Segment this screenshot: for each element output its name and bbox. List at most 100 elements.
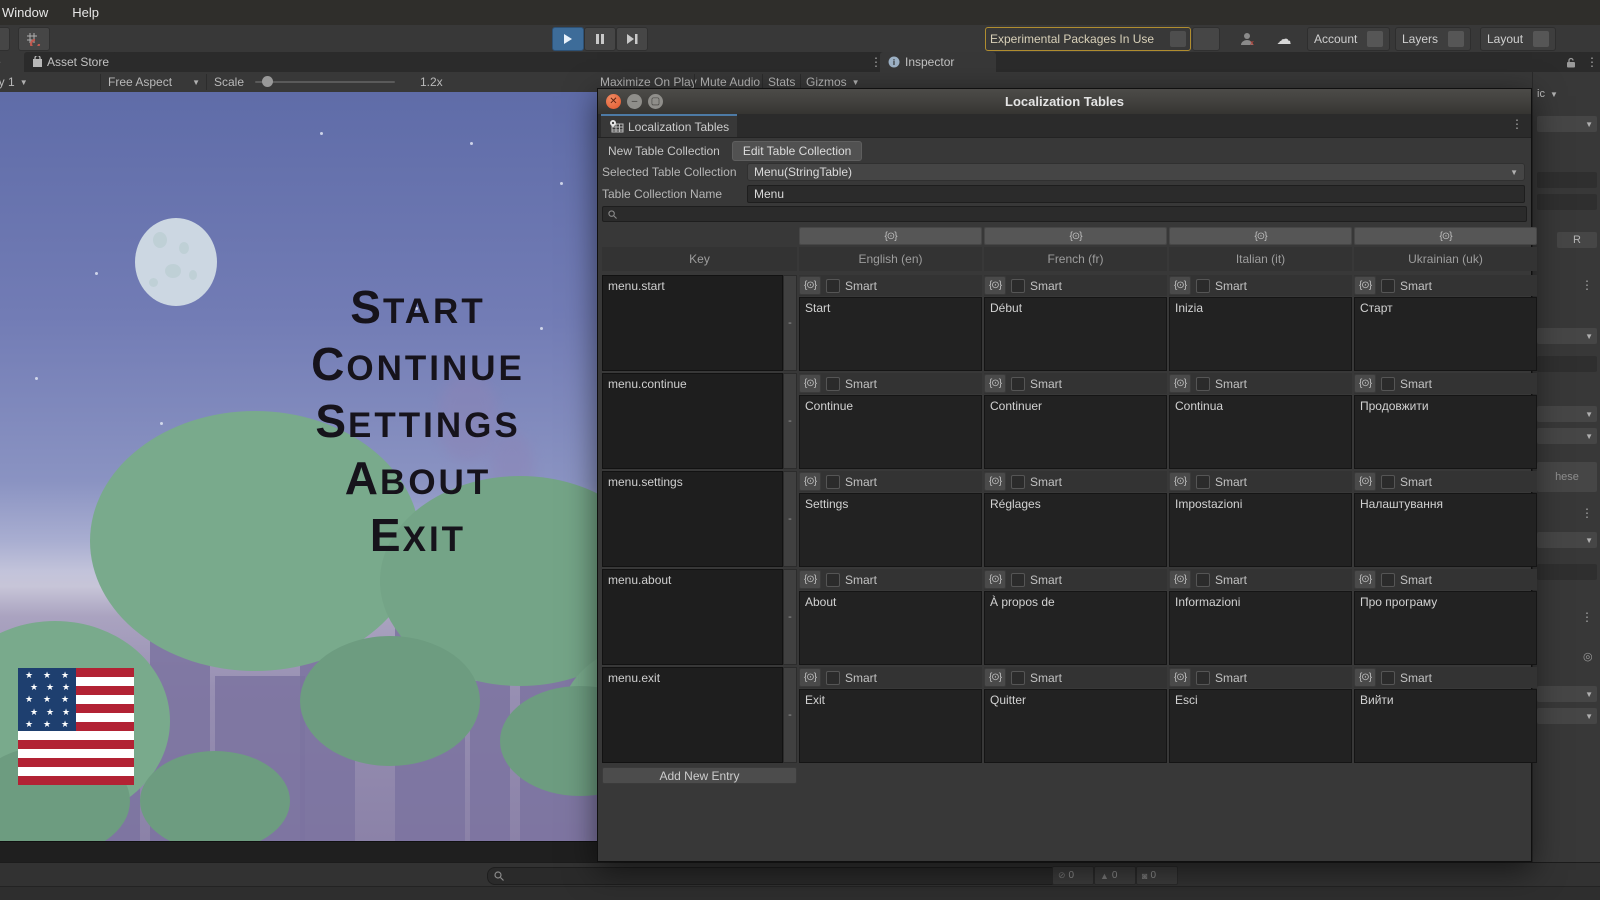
preset-icon[interactable]: ◎ <box>1583 650 1593 663</box>
account-dropdown[interactable]: Account <box>1307 27 1390 51</box>
smart-checkbox[interactable] <box>1381 573 1395 587</box>
smart-checkbox[interactable] <box>1011 279 1025 293</box>
sliver-dropdown[interactable]: ▼ <box>1537 708 1597 724</box>
translation-textarea[interactable]: About <box>799 591 982 665</box>
metadata-button[interactable]: {⊙} <box>1354 472 1376 491</box>
translation-textarea[interactable]: Quitter <box>984 689 1167 763</box>
tab-inspector[interactable]: i Inspector <box>880 52 996 72</box>
smart-checkbox[interactable] <box>1196 475 1210 489</box>
preview-packages-button[interactable] <box>1192 27 1220 51</box>
collab-button[interactable]: x <box>1232 27 1264 51</box>
component-kebab-icon[interactable]: ⋮ <box>1581 508 1593 518</box>
translation-textarea[interactable]: Début <box>984 297 1167 371</box>
metadata-button[interactable]: {⊙} <box>1169 276 1191 295</box>
smart-checkbox[interactable] <box>1381 377 1395 391</box>
metadata-button[interactable]: {⊙} <box>1354 374 1376 393</box>
inspector-kebab-icon[interactable]: ⋮ <box>1578 52 1600 72</box>
game-menu-item-continue[interactable]: CONTINUE <box>311 341 525 392</box>
translation-textarea[interactable]: Continuer <box>984 395 1167 469</box>
smart-checkbox[interactable] <box>1011 671 1025 685</box>
game-menu-item-settings[interactable]: SETTINGS <box>315 398 520 449</box>
metadata-button[interactable]: {⊙} <box>1169 570 1191 589</box>
sliver-field[interactable] <box>1537 356 1597 372</box>
game-menu-item-start[interactable]: START <box>350 284 485 335</box>
smart-checkbox[interactable] <box>1381 671 1395 685</box>
layers-dropdown[interactable]: Layers <box>1395 27 1471 51</box>
game-menu-item-exit[interactable]: EXIT <box>370 512 466 563</box>
smart-checkbox[interactable] <box>1011 573 1025 587</box>
column-settings-button-2[interactable]: {⊙} <box>984 227 1167 245</box>
maximize-button[interactable]: ▢ <box>648 94 663 109</box>
display-dropdown[interactable]: ay 1▼ <box>0 72 28 92</box>
translation-textarea[interactable]: Вийти <box>1354 689 1537 763</box>
smart-checkbox[interactable] <box>826 671 840 685</box>
smart-checkbox[interactable] <box>1011 377 1025 391</box>
metadata-button[interactable]: {⊙} <box>799 276 821 295</box>
translation-textarea[interactable]: Continua <box>1169 395 1352 469</box>
metadata-button[interactable]: {⊙} <box>1354 570 1376 589</box>
metadata-button[interactable]: {⊙} <box>984 570 1006 589</box>
sliver-dropdown[interactable]: ▼ <box>1537 686 1597 702</box>
pause-button[interactable] <box>584 27 616 51</box>
smart-checkbox[interactable] <box>826 573 840 587</box>
component-kebab-icon[interactable]: ⋮ <box>1581 280 1593 290</box>
metadata-button[interactable]: {⊙} <box>799 668 821 687</box>
translation-textarea[interactable]: À propos de <box>984 591 1167 665</box>
smart-checkbox[interactable] <box>1196 573 1210 587</box>
minimize-button[interactable]: – <box>627 94 642 109</box>
translation-textarea[interactable]: Exit <box>799 689 982 763</box>
grid-snap-icon[interactable] <box>18 27 50 51</box>
metadata-button[interactable]: {⊙} <box>1169 668 1191 687</box>
translation-textarea[interactable]: Settings <box>799 493 982 567</box>
sliver-field[interactable] <box>1537 194 1597 210</box>
step-button[interactable] <box>616 27 648 51</box>
translation-textarea[interactable]: Informazioni <box>1169 591 1352 665</box>
key-cell[interactable]: menu.continue <box>602 373 783 469</box>
these-button-partial[interactable]: hese <box>1537 462 1597 492</box>
menu-help[interactable]: Help <box>60 5 111 20</box>
sliver-dropdown[interactable]: ▼ <box>1537 428 1597 444</box>
layout-dropdown[interactable]: Layout <box>1480 27 1556 51</box>
scale-slider-knob[interactable] <box>262 76 273 87</box>
smart-checkbox[interactable] <box>826 377 840 391</box>
translation-textarea[interactable]: Inizia <box>1169 297 1352 371</box>
smart-checkbox[interactable] <box>826 279 840 293</box>
experimental-packages-button[interactable]: Experimental Packages In Use <box>985 27 1191 51</box>
menu-window[interactable]: Window <box>0 5 60 20</box>
metadata-button[interactable]: {⊙} <box>799 374 821 393</box>
window-kebab-icon[interactable]: ⋮ <box>1511 119 1523 129</box>
key-cell[interactable]: menu.settings <box>602 471 783 567</box>
translation-textarea[interactable]: Старт <box>1354 297 1537 371</box>
translation-textarea[interactable]: Réglages <box>984 493 1167 567</box>
console-error-count-button[interactable]: ⊘0 <box>1052 866 1094 885</box>
edit-table-collection-tab[interactable]: Edit Table Collection <box>732 141 863 161</box>
game-menu-item-about[interactable]: ABOUT <box>345 455 491 506</box>
sliver-field[interactable] <box>1537 564 1597 580</box>
metadata-button[interactable]: {⊙} <box>984 668 1006 687</box>
translation-textarea[interactable]: Start <box>799 297 982 371</box>
translation-textarea[interactable]: Esci <box>1169 689 1352 763</box>
key-cell[interactable]: menu.start <box>602 275 783 371</box>
close-button[interactable]: ✕ <box>606 94 621 109</box>
rotate-button[interactable]: R <box>1557 232 1597 248</box>
column-settings-button-1[interactable]: {⊙} <box>799 227 982 245</box>
metadata-button[interactable]: {⊙} <box>984 276 1006 295</box>
console-info-count-button[interactable]: ◙0 <box>1136 866 1178 885</box>
key-cell[interactable]: menu.exit <box>602 667 783 763</box>
table-search-input[interactable] <box>602 206 1527 222</box>
metadata-button[interactable]: {⊙} <box>1354 668 1376 687</box>
new-table-collection-tab[interactable]: New Table Collection <box>602 142 726 160</box>
column-settings-button-4[interactable]: {⊙} <box>1354 227 1537 245</box>
add-new-entry-button[interactable]: Add New Entry <box>602 767 797 784</box>
tab-localization-tables[interactable]: Localization Tables <box>601 114 737 137</box>
row-drag-handle[interactable]: - <box>783 373 797 469</box>
row-drag-handle[interactable]: - <box>783 275 797 371</box>
smart-checkbox[interactable] <box>1196 279 1210 293</box>
tab-asset-store[interactable]: Asset Store <box>24 52 117 72</box>
metadata-button[interactable]: {⊙} <box>1169 472 1191 491</box>
translation-textarea[interactable]: Налаштування <box>1354 493 1537 567</box>
play-button[interactable] <box>552 27 584 51</box>
row-drag-handle[interactable]: - <box>783 471 797 567</box>
translation-textarea[interactable]: Impostazioni <box>1169 493 1352 567</box>
sliver-dropdown[interactable]: ▼ <box>1537 116 1597 132</box>
